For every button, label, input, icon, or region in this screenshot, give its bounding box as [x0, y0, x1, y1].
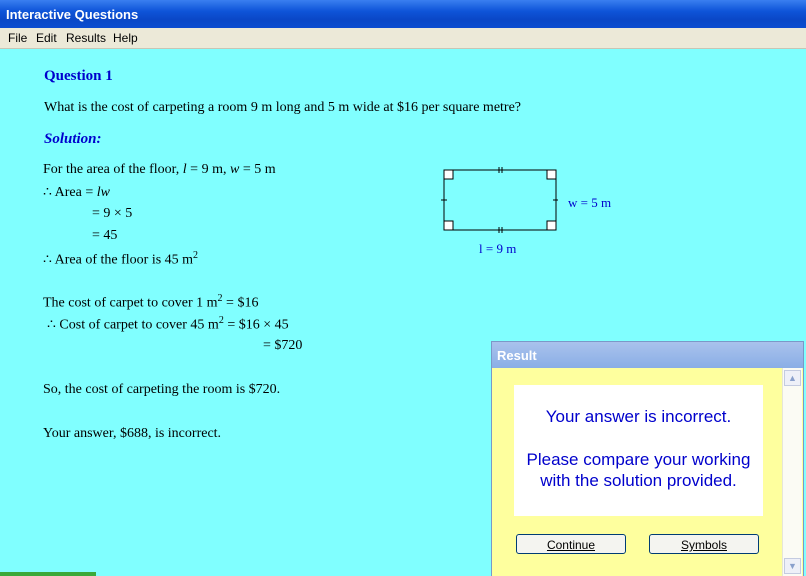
conclusion: So, the cost of carpeting the room is $7…: [43, 382, 281, 397]
continue-label: Continue: [546, 538, 596, 552]
symbols-label: Symbols: [680, 538, 727, 552]
question-heading: Question 1: [44, 68, 113, 84]
corner-mark-bl: [443, 220, 454, 231]
area-step-1: = 9 × 5: [92, 206, 133, 221]
solution-line-1: For the area of the floor, l = 9 m, w = …: [43, 162, 276, 177]
result-message-2: Please compare your working with the sol…: [526, 450, 751, 490]
dialog-scrollbar[interactable]: ▲ ▼: [782, 368, 802, 576]
area-formula: ∴ Area = lw: [43, 185, 110, 200]
symbols-button[interactable]: Symbols: [649, 534, 759, 554]
result-dialog: Result Your answer is incorrect. Please …: [491, 341, 804, 576]
menu-file[interactable]: File: [8, 31, 27, 45]
area-step-2: = 45: [92, 228, 118, 243]
rectangle-diagram: [441, 167, 558, 233]
app-window: Interactive Questions File Edit Results …: [0, 0, 806, 576]
area-result: ∴ Area of the floor is 45 m2: [43, 250, 199, 268]
menu-results[interactable]: Results: [66, 31, 106, 45]
menu-bar: File Edit Results Help: [0, 28, 806, 49]
menu-help[interactable]: Help: [113, 31, 138, 45]
diagram-rect: [443, 169, 557, 231]
title-bar[interactable]: Interactive Questions: [0, 0, 806, 28]
menu-edit[interactable]: Edit: [36, 31, 57, 45]
window-title: Interactive Questions: [6, 7, 139, 22]
result-message-1: Your answer is incorrect.: [545, 407, 732, 426]
continue-button[interactable]: Continue: [516, 534, 626, 554]
corner-mark-br: [546, 220, 557, 231]
result-message-box: Your answer is incorrect. Please compare…: [514, 385, 763, 516]
scroll-down-arrow-icon[interactable]: ▼: [784, 558, 801, 574]
corner-mark-tl: [443, 169, 454, 180]
your-answer-feedback: Your answer, $688, is incorrect.: [43, 426, 222, 441]
taskbar-strip: [0, 572, 96, 576]
width-label: w = 5 m: [568, 195, 612, 210]
cost-line-2: ∴ Cost of carpet to cover 45 m2 = $16 × …: [47, 315, 289, 333]
corner-mark-tr: [546, 169, 557, 180]
solution-heading: Solution:: [44, 131, 102, 147]
question-text: What is the cost of carpeting a room 9 m…: [44, 100, 522, 115]
length-label: l = 9 m: [479, 241, 517, 256]
dialog-title: Result: [497, 348, 537, 363]
dialog-title-bar[interactable]: Result: [492, 342, 803, 368]
scroll-up-arrow-icon[interactable]: ▲: [784, 370, 801, 386]
cost-result: = $720: [263, 338, 303, 353]
cost-line-1: The cost of carpet to cover 1 m2 = $16: [43, 293, 259, 311]
